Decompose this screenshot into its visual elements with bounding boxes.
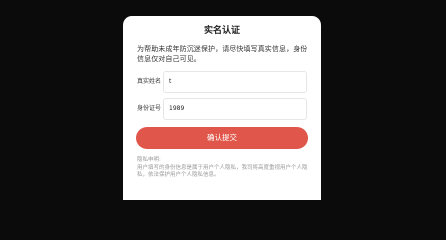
id-number-input[interactable]: 1989 [163,98,307,120]
privacy-text: 用户填写的身份信息是属于用户个人隐私，我司将高度重视用户个人隐私，依法保护用户个… [137,164,308,179]
confirm-submit-button[interactable]: 确认提交 [136,127,308,149]
real-name-row: 真实姓名 t [137,71,309,93]
dialog-title: 实名认证 [203,26,240,36]
privacy-statement: 隐私申明: 用户填写的身份信息是属于用户个人隐私，我司将高度重视用户个人隐私，依… [137,157,311,180]
id-number-label: 身份证号 [137,105,162,112]
anti-addiction-notice: 为帮助未成年防沉迷保护，请尽快填写真实信息，身份信息仅对自己可见。 [137,45,308,63]
real-name-input[interactable]: t [163,71,307,93]
real-name-label: 真实姓名 [137,78,162,85]
real-name-verification-dialog: 实名认证 为帮助未成年防沉迷保护，请尽快填写真实信息，身份信息仅对自己可见。 真… [123,16,321,200]
privacy-title: 隐私申明: [137,157,161,163]
id-number-row: 身份证号 1989 [137,98,309,120]
